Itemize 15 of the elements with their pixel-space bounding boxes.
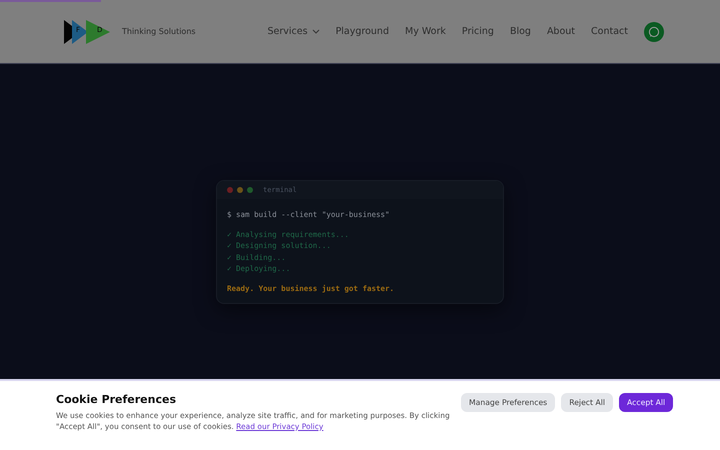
nav-link[interactable]: My Work [397, 26, 454, 37]
chat-icon [648, 26, 660, 38]
nav-link[interactable]: Playground [328, 26, 397, 37]
logo-icon[interactable] [64, 20, 110, 44]
cookie-title: Cookie Preferences [56, 393, 178, 406]
nav-link[interactable]: Services [260, 26, 328, 37]
whatsapp-button[interactable] [644, 22, 664, 42]
nav-link[interactable]: About [538, 26, 584, 37]
nav-link[interactable]: Blog [502, 26, 539, 37]
nav-link[interactable]: Contact [583, 26, 636, 37]
nav-link[interactable]: Pricing [454, 26, 502, 37]
close-dot-icon [227, 187, 233, 193]
tagline: Thinking Solutions [122, 27, 196, 36]
maximize-dot-icon [247, 187, 253, 193]
minimize-dot-icon [237, 187, 243, 193]
